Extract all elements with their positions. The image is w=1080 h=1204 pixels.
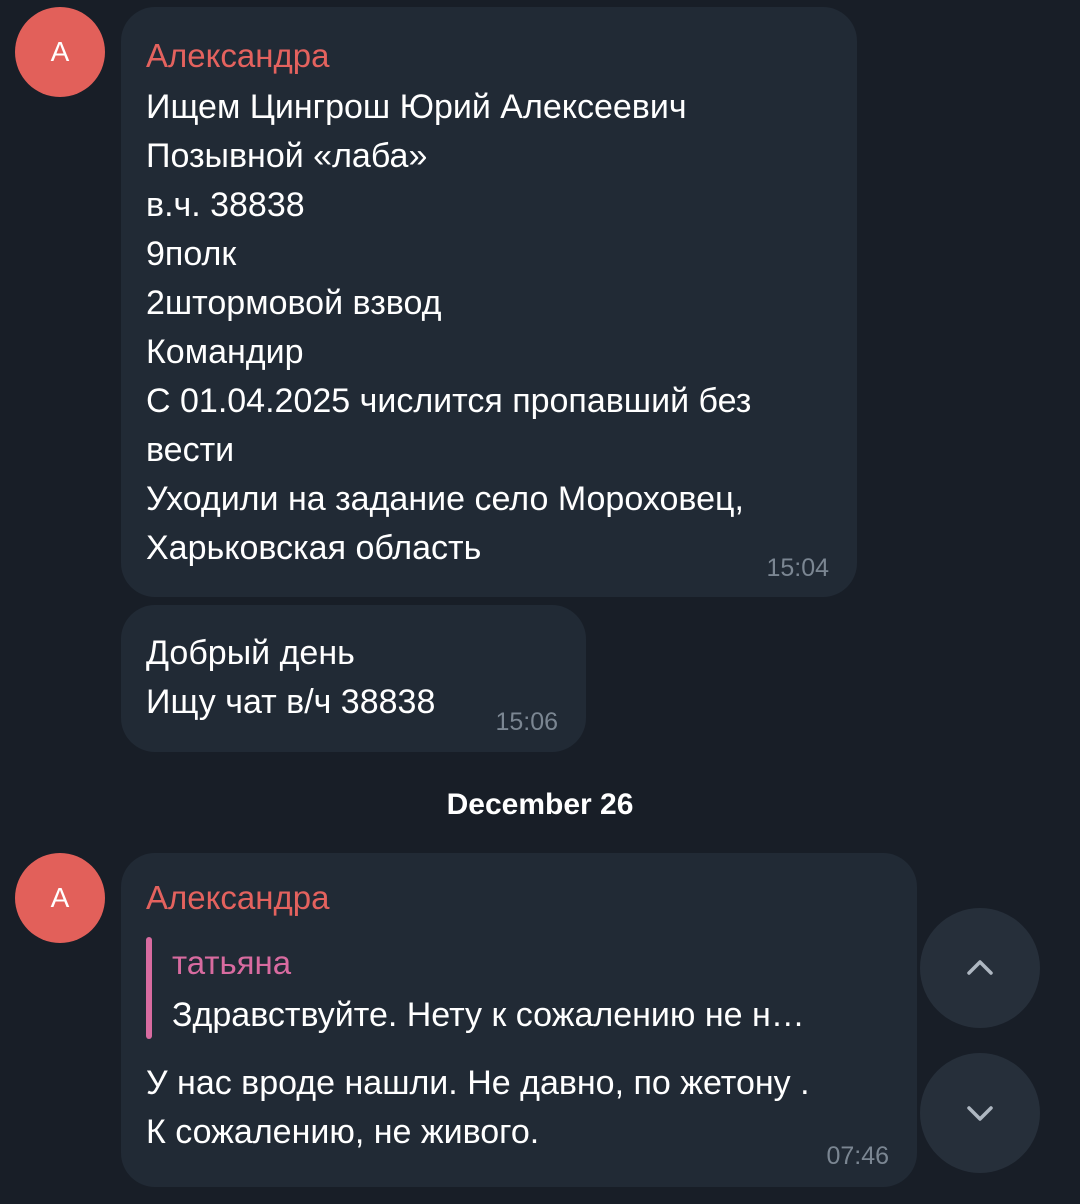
sender-avatar[interactable]: A [15, 7, 105, 97]
reply-author[interactable]: татьяна [172, 944, 291, 982]
message-line: Харьковская область [146, 529, 482, 567]
message-line: Уходили на задание село Мороховец, [146, 480, 744, 518]
reply-preview-text[interactable]: Здравствуйте. Нету к сожалению не н… [172, 996, 805, 1035]
scroll-up-button[interactable] [920, 908, 1040, 1028]
message-bubble[interactable]: Добрый день Ищу чат в/ч 38838 15:06 [121, 605, 586, 752]
message-line: С 01.04.2025 числится пропавший без [146, 382, 752, 420]
message-bubble[interactable]: Александра татьяна Здравствуйте. Нету к … [121, 853, 917, 1187]
date-separator: December 26 [446, 788, 634, 821]
scroll-down-button[interactable] [920, 1053, 1040, 1173]
message-line: Командир [146, 333, 304, 371]
message-bubble[interactable]: Александра Ищем Цингрош Юрий Алексеевич … [121, 7, 857, 597]
message-line: Ищу чат в/ч 38838 [146, 683, 436, 721]
sender-avatar[interactable]: A [15, 853, 105, 943]
message-time: 15:04 [766, 554, 829, 582]
chevron-up-icon [967, 960, 993, 975]
message-line: в.ч. 38838 [146, 186, 305, 224]
chat-view: A Александра Ищем Цингрош Юрий Алексееви… [0, 0, 1080, 1204]
message-line: вести [146, 431, 235, 469]
message-line: У нас вроде нашли. Не давно, по жетону . [146, 1064, 810, 1102]
message-time: 07:46 [826, 1142, 889, 1170]
message-line: 9полк [146, 235, 237, 273]
message-line: Ищем Цингрош Юрий Алексеевич [146, 88, 687, 126]
sender-name[interactable]: Александра [146, 37, 329, 75]
message-line: 2штормовой взвод [146, 284, 442, 322]
message-line: Добрый день [146, 634, 355, 672]
message-time: 15:06 [495, 708, 558, 736]
sender-name[interactable]: Александра [146, 879, 329, 917]
message-line: К сожалению, не живого. [146, 1113, 540, 1151]
message-line: Позывной «лаба» [146, 137, 428, 175]
reply-quote-bar [146, 937, 152, 1039]
chevron-down-icon [967, 1106, 993, 1121]
